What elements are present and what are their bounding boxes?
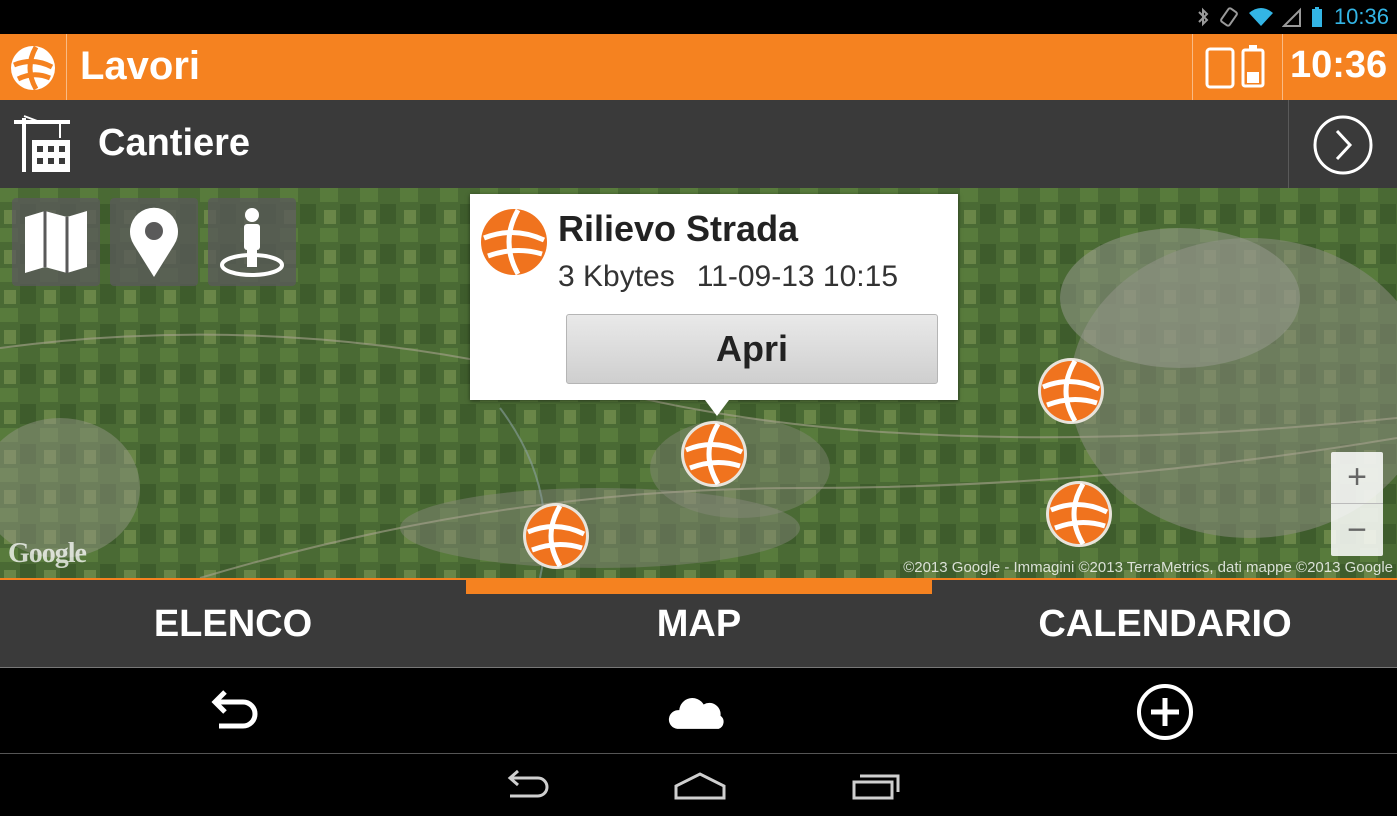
status-bar: 10:36: [0, 0, 1397, 34]
vibrate-icon: [1220, 7, 1238, 27]
chevron-right-circle-icon[interactable]: [1312, 114, 1374, 176]
action-bar-divider: [1192, 34, 1193, 100]
map-marker[interactable]: [1037, 357, 1105, 425]
signal-icon: [1281, 7, 1301, 27]
map-marker[interactable]: [1045, 480, 1113, 548]
site-title: Cantiere: [98, 122, 251, 164]
action-bar-time: 10:36: [1290, 44, 1388, 86]
tab-map[interactable]: MAP: [466, 580, 932, 668]
info-title: Rilievo Strada: [558, 208, 799, 249]
person-locate-icon: [220, 208, 284, 277]
add-circle-icon[interactable]: [1135, 682, 1195, 742]
undo-icon[interactable]: [203, 682, 263, 742]
bottom-action-bar: [0, 668, 1397, 754]
site-bar: Cantiere: [0, 100, 1397, 188]
map-layers-icon: [25, 211, 87, 273]
location-pin-button[interactable]: [110, 198, 198, 286]
wifi-icon: [1248, 8, 1273, 26]
back-icon[interactable]: [498, 768, 554, 804]
home-icon[interactable]: [672, 768, 728, 804]
zoom-in-button[interactable]: +: [1331, 452, 1383, 504]
location-pin-icon: [130, 207, 178, 277]
open-button[interactable]: Apri: [566, 314, 938, 384]
marker-info-window: Rilievo Strada 3 Kbytes 11-09-13 10:15 Ap…: [470, 194, 958, 400]
app-logo-icon[interactable]: [10, 45, 56, 91]
zoom-out-button[interactable]: −: [1331, 504, 1383, 556]
info-window-pointer: [705, 400, 729, 416]
site-bar-divider: [1288, 100, 1289, 188]
device-battery-icon[interactable]: [1205, 44, 1267, 90]
map-layers-button[interactable]: [12, 198, 100, 286]
action-bar: Lavori 10:36: [0, 34, 1397, 100]
crane-building-icon: [14, 115, 70, 172]
cloud-icon[interactable]: [668, 682, 728, 742]
bluetooth-icon: [1198, 7, 1209, 27]
map-attribution: ©2013 Google - Immagini ©2013 TerraMetri…: [903, 559, 1393, 576]
zoom-controls: + −: [1331, 452, 1383, 556]
google-logo: Google: [8, 538, 87, 569]
info-meta: 3 Kbytes 11-09-13 10:15: [558, 260, 898, 294]
tab-bar: ELENCO MAP CALENDARIO: [0, 578, 1397, 668]
action-bar-divider: [66, 34, 67, 100]
system-nav-bar: [0, 754, 1397, 816]
tab-elenco[interactable]: ELENCO: [0, 580, 466, 668]
battery-icon: [1311, 7, 1322, 27]
action-bar-divider: [1282, 34, 1283, 100]
map-marker-selected[interactable]: [680, 420, 748, 488]
info-datetime: 11-09-13 10:15: [696, 260, 899, 293]
status-time: 10:36: [1333, 4, 1389, 29]
app-title: Lavori: [80, 44, 201, 88]
app-logo-icon: [481, 208, 547, 276]
person-locate-button[interactable]: [208, 198, 296, 286]
tab-calendario[interactable]: CALENDARIO: [932, 580, 1397, 668]
map-marker[interactable]: [522, 502, 590, 570]
status-icons: 10:36: [1196, 4, 1389, 30]
info-size: 3 Kbytes: [558, 260, 675, 293]
recent-apps-icon[interactable]: [848, 768, 904, 804]
